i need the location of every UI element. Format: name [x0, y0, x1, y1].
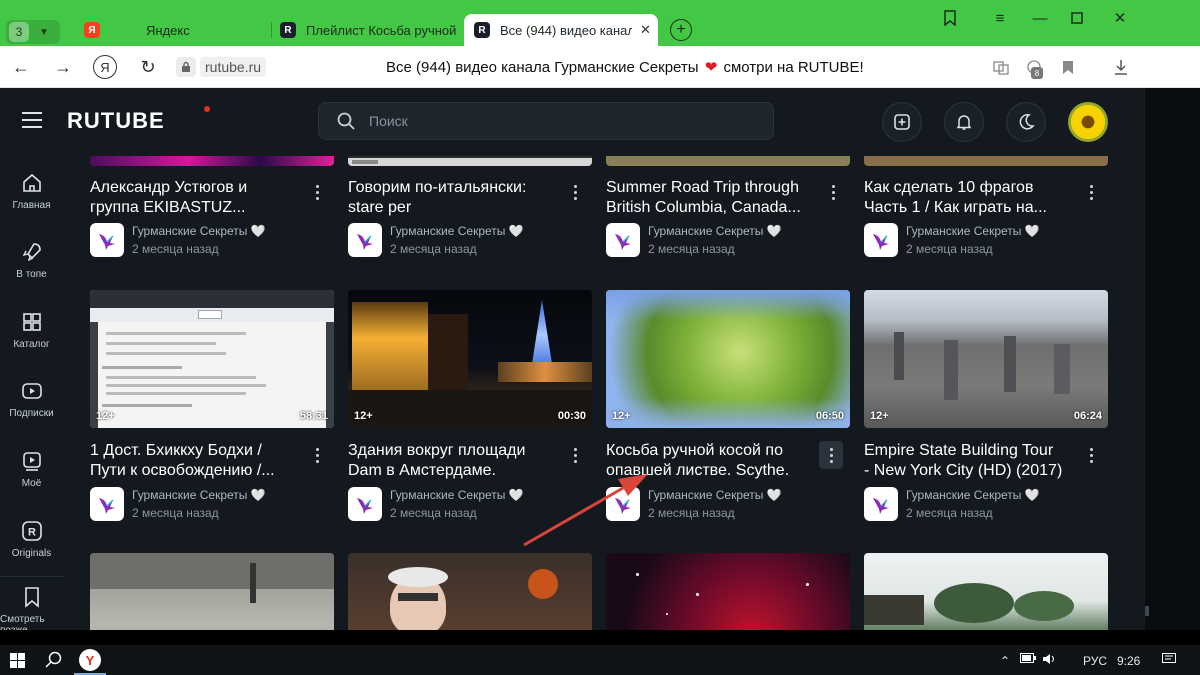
- screen: 3 ▼ Я Яндекс R Плейлист Косьба ручной R …: [0, 0, 1200, 675]
- clock[interactable]: 9:26: [1117, 654, 1140, 668]
- notifications-icon[interactable]: [1162, 653, 1176, 665]
- volume-icon[interactable]: [1042, 653, 1058, 665]
- taskbar: Y ⌃ РУС 9:26: [0, 645, 1200, 675]
- windows-start-icon[interactable]: [10, 653, 25, 668]
- language-indicator[interactable]: РУС: [1083, 654, 1107, 668]
- battery-icon[interactable]: [1020, 653, 1036, 663]
- right-scroll-area: [1145, 88, 1200, 630]
- scrollbar-thumb[interactable]: [1145, 606, 1149, 616]
- search-icon[interactable]: [45, 651, 63, 669]
- yandex-browser-icon[interactable]: Y: [79, 649, 101, 671]
- page-bottom-edge: [0, 630, 1200, 645]
- annotation-arrow: [523, 474, 648, 547]
- chevron-up-icon[interactable]: ⌃: [1000, 654, 1010, 668]
